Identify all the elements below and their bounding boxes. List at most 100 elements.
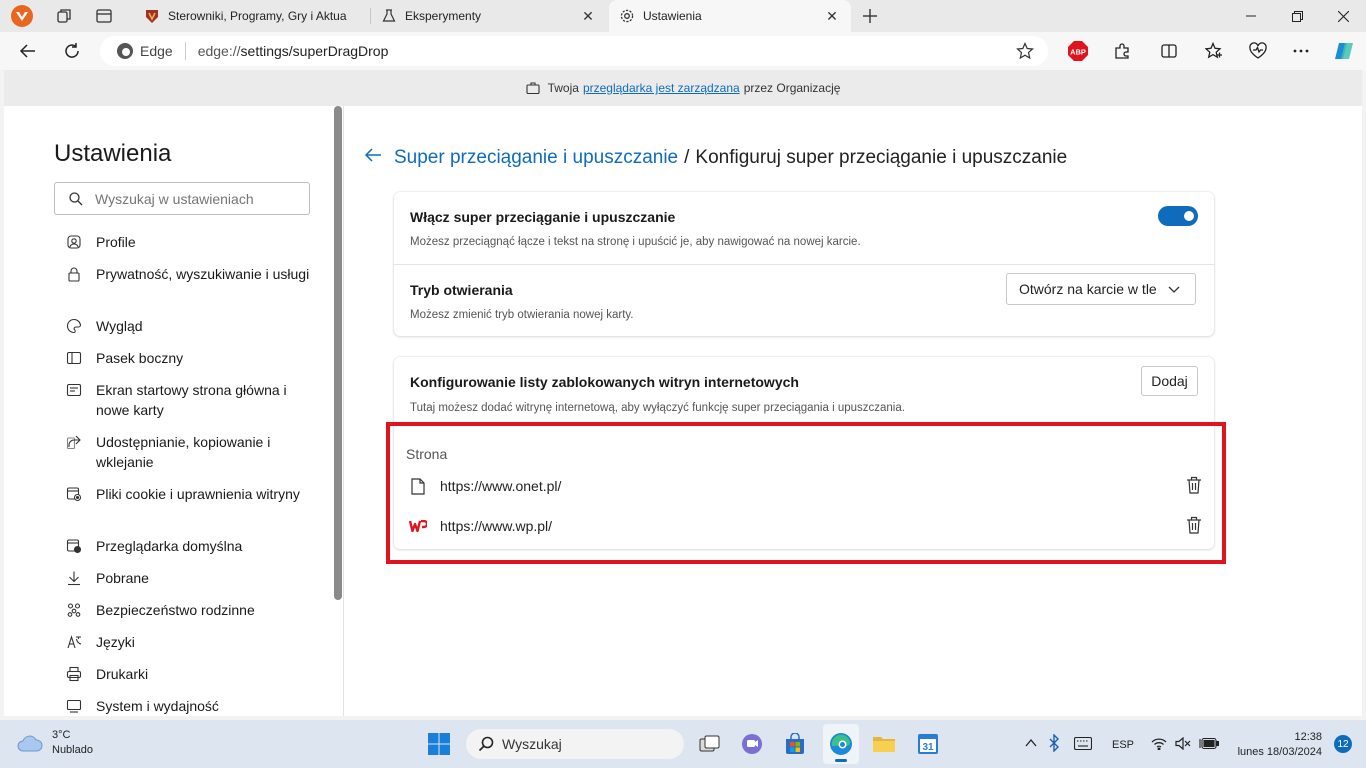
- microsoft-store-icon[interactable]: [781, 730, 809, 758]
- tab-title: Sterowniki, Programy, Gry i Aktua: [168, 9, 347, 23]
- lock-icon: [64, 264, 84, 284]
- favorite-star-icon[interactable]: [1016, 42, 1034, 60]
- taskbar-search[interactable]: Wyszukaj: [466, 729, 684, 759]
- url-text[interactable]: edge://settings/superDragDrop: [198, 43, 389, 59]
- close-tab-icon[interactable]: ✕: [823, 8, 841, 25]
- tab-strip: Sterowniki, Programy, Gry i Aktua Eksper…: [0, 0, 1366, 32]
- teams-chat-icon[interactable]: [738, 730, 766, 758]
- back-button[interactable]: [14, 37, 42, 65]
- restore-button[interactable]: [1274, 0, 1320, 32]
- file-explorer-icon[interactable]: [870, 730, 898, 758]
- minimize-button[interactable]: [1228, 0, 1274, 32]
- refresh-button[interactable]: [58, 37, 86, 65]
- cloud-icon: [17, 735, 43, 752]
- close-window-button[interactable]: [1320, 0, 1366, 32]
- calendar-day: 31: [922, 742, 934, 753]
- start-button[interactable]: [425, 730, 453, 758]
- sidebar-item-default-browser[interactable]: Przeglądarka domyślna: [64, 536, 314, 556]
- calendar-icon[interactable]: 31: [914, 730, 942, 758]
- taskbar-clock[interactable]: 12:38 lunes 18/03/2024: [1238, 730, 1322, 760]
- sidebar-item-appearance[interactable]: Wygląd: [64, 316, 314, 336]
- managed-browser-banner: Twoja przeglądarka jest zarządzana przez…: [4, 70, 1362, 106]
- tab-actions-icon[interactable]: [92, 4, 116, 28]
- settings-search-input[interactable]: [95, 190, 295, 207]
- cookie-icon: [64, 484, 84, 504]
- open-mode-title: Tryb otwierania: [410, 282, 513, 298]
- tab-ustawienia[interactable]: Ustawienia ✕: [609, 0, 851, 32]
- sidebar-item-family-safety[interactable]: Bezpieczeństwo rodzinne: [64, 600, 314, 620]
- sidebar-item-start-home[interactable]: Ekran startowy strona główna i nowe kart…: [64, 380, 314, 420]
- sidebar-icon: [64, 348, 84, 368]
- tab-title: Eksperymenty: [405, 9, 482, 23]
- breadcrumb: Super przeciąganie i upuszczanie / Konfi…: [364, 146, 1067, 170]
- add-site-button[interactable]: Dodaj: [1141, 366, 1198, 396]
- close-tab-icon[interactable]: ✕: [579, 8, 597, 25]
- home-icon: [64, 380, 84, 400]
- more-menu-icon[interactable]: [1287, 37, 1315, 65]
- language-indicator[interactable]: ESP: [1112, 739, 1134, 751]
- profile-avatar-icon[interactable]: [10, 4, 34, 28]
- task-view-icon[interactable]: [696, 730, 724, 758]
- sidebar-item-sidebar[interactable]: Pasek boczny: [64, 348, 314, 368]
- clock-time: 12:38: [1294, 731, 1322, 743]
- battery-icon[interactable]: [1199, 737, 1220, 753]
- gear-icon: [619, 8, 635, 24]
- share-icon: [64, 432, 84, 452]
- appearance-icon: [64, 316, 84, 336]
- tab-eksperymenty[interactable]: Eksperymenty ✕: [371, 0, 607, 32]
- banner-text-after: przez Organizację: [743, 81, 841, 95]
- sidebar-item-privacy[interactable]: Prywatność, wyszukiwanie i usługi: [64, 264, 314, 284]
- family-icon: [64, 600, 84, 620]
- extensions-icon[interactable]: [1108, 37, 1136, 65]
- sidebar-item-downloads[interactable]: Pobrane: [64, 568, 314, 588]
- sidebar-scrollbar[interactable]: [334, 106, 342, 600]
- workspaces-icon[interactable]: [52, 4, 76, 28]
- system-icon: [64, 696, 84, 716]
- sidebar-item-cookies[interactable]: Pliki cookie i uprawnienia witryny: [64, 484, 314, 504]
- address-divider: [184, 42, 186, 60]
- download-icon: [64, 568, 84, 588]
- enable-toggle[interactable]: [1158, 206, 1198, 226]
- taskbar-search-label: Wyszukaj: [502, 736, 562, 752]
- favorites-icon[interactable]: [1200, 37, 1228, 65]
- sidebar-item-label: Udostępnianie, kopiowanie i wklejanie: [96, 434, 271, 470]
- tab-sterowniki[interactable]: Sterowniki, Programy, Gry i Aktua: [134, 0, 370, 32]
- windows-taskbar: 3°C Nublado Wyszukaj 31 ESP 12:38 lunes …: [0, 720, 1366, 768]
- wifi-icon[interactable]: [1151, 737, 1167, 753]
- briefcase-icon: [526, 82, 540, 95]
- chevron-down-icon: [1168, 286, 1180, 293]
- shield-favicon-icon: [144, 8, 160, 24]
- edge-taskbar-icon[interactable]: [827, 730, 855, 758]
- notification-badge[interactable]: 12: [1334, 735, 1352, 753]
- open-mode-select[interactable]: Otwórz na karcie w tle: [1006, 273, 1196, 305]
- back-arrow-icon[interactable]: [364, 146, 382, 170]
- browser-essentials-icon[interactable]: [1244, 37, 1272, 65]
- enable-setting-title: Włącz super przeciąganie i upuszczanie: [410, 209, 676, 225]
- sidebar-item-label: Bezpieczeństwo rodzinne: [96, 602, 255, 618]
- open-mode-value: Otwórz na karcie w tle: [1019, 281, 1157, 297]
- bluetooth-icon[interactable]: [1048, 733, 1060, 755]
- address-bar[interactable]: Edge edge://settings/superDragDrop: [100, 36, 1048, 66]
- settings-search-box[interactable]: [54, 182, 310, 215]
- sidebar-item-system[interactable]: System i wydajność: [64, 696, 314, 716]
- adblock-plus-icon[interactable]: ABP: [1064, 37, 1092, 65]
- split-screen-icon[interactable]: [1155, 37, 1183, 65]
- enable-setting-description: Możesz przeciągnąć łącze i tekst na stro…: [410, 236, 861, 248]
- new-tab-plus-icon[interactable]: [858, 4, 882, 28]
- keyboard-icon[interactable]: [1073, 736, 1093, 753]
- sidebar-item-label: Pasek boczny: [96, 350, 184, 366]
- copilot-icon[interactable]: [1330, 37, 1358, 65]
- sidebar-item-languages[interactable]: Języki: [64, 632, 314, 652]
- browser-icon: [64, 536, 84, 556]
- managed-link[interactable]: przeglądarka jest zarządzana: [583, 81, 740, 95]
- clock-date: lunes 18/03/2024: [1237, 746, 1322, 758]
- sidebar-item-share[interactable]: Udostępnianie, kopiowanie i wklejanie: [64, 432, 314, 472]
- weather-widget[interactable]: 3°C Nublado: [16, 728, 93, 758]
- settings-card-main: Włącz super przeciąganie i upuszczanie M…: [394, 192, 1214, 336]
- url-path: settings/superDragDrop: [240, 43, 389, 59]
- breadcrumb-parent-link[interactable]: Super przeciąganie i upuszczanie: [394, 147, 678, 169]
- sidebar-item-profile[interactable]: Profile: [64, 232, 314, 252]
- volume-muted-icon[interactable]: [1175, 736, 1191, 753]
- chevron-up-icon[interactable]: [1024, 736, 1038, 753]
- sidebar-item-printers[interactable]: Drukarki: [64, 664, 314, 684]
